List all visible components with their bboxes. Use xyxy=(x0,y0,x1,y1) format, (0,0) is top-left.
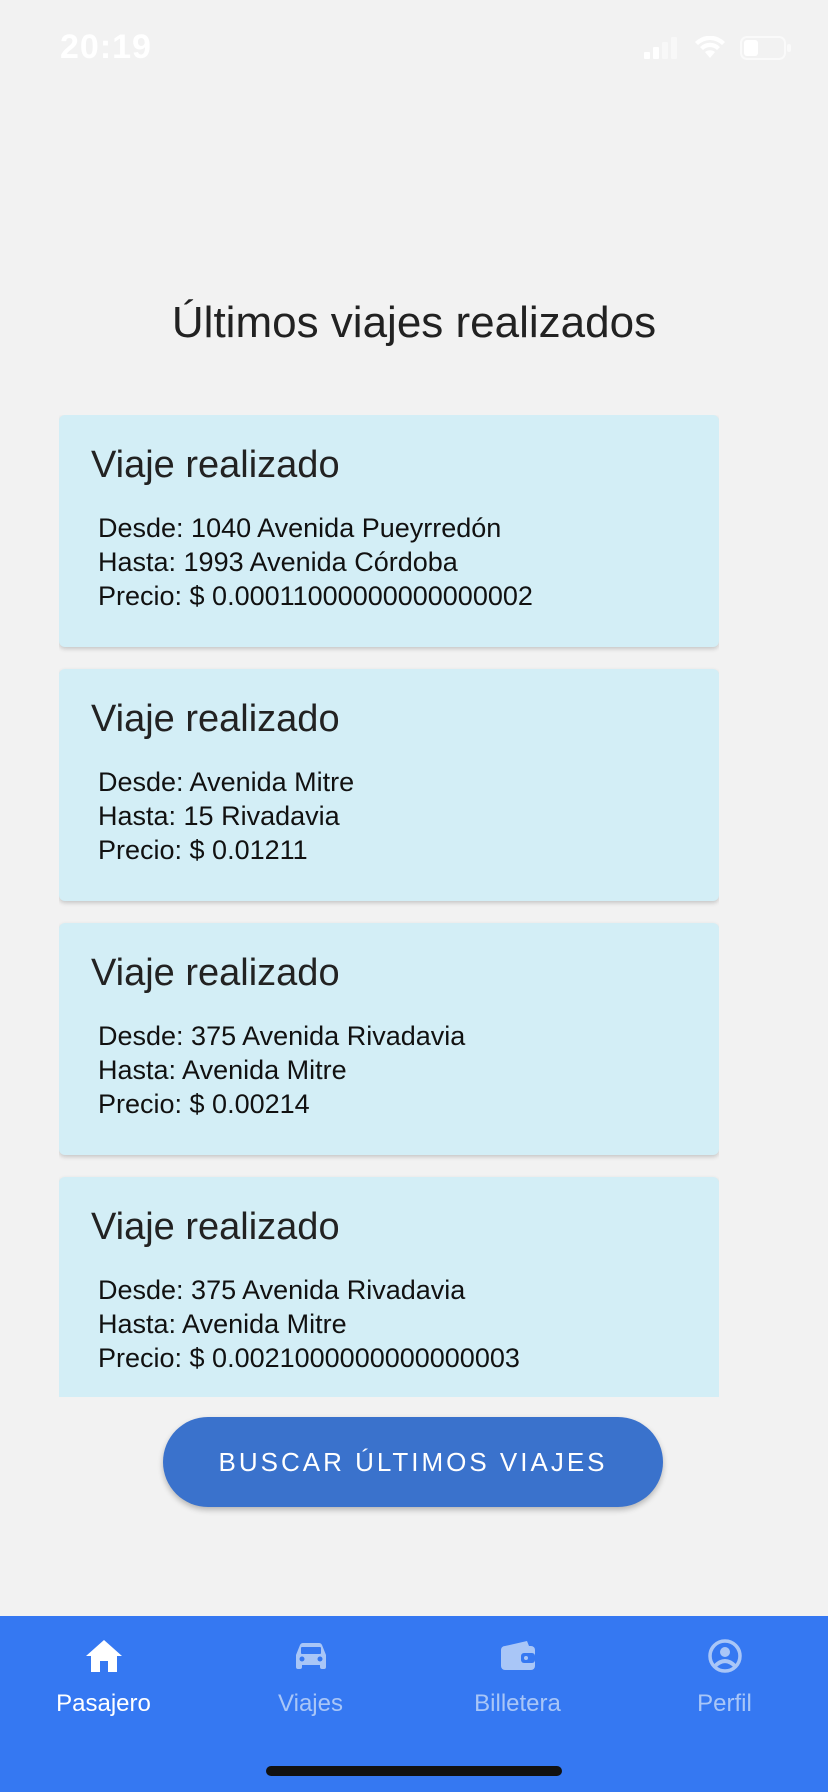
car-icon xyxy=(293,1634,329,1678)
nav-label: Billetera xyxy=(474,1690,561,1717)
nav-item-viajes[interactable]: Viajes xyxy=(207,1616,414,1736)
nav-label: Perfil xyxy=(697,1690,752,1717)
nav-item-billetera[interactable]: Billetera xyxy=(414,1616,621,1736)
trip-card-title: Viaje realizado xyxy=(91,1206,340,1248)
trip-to: Hasta: Avenida Mitre xyxy=(98,1055,347,1085)
wallet-icon xyxy=(499,1634,537,1678)
trip-price: Precio: $ 0.0021000000000000003 xyxy=(98,1343,520,1373)
status-time: 20:19 xyxy=(60,28,152,66)
bottom-nav: Pasajero Viajes Billetera Perfil xyxy=(0,1616,828,1792)
trip-from: Desde: 375 Avenida Rivadavia xyxy=(98,1275,466,1305)
trip-to: Hasta: 15 Rivadavia xyxy=(98,801,340,831)
trip-from: Desde: 375 Avenida Rivadavia xyxy=(98,1021,466,1051)
trip-card[interactable]: Viaje realizado Desde: 375 Avenida Rivad… xyxy=(59,923,719,1155)
trip-from: Desde: 1040 Avenida Pueyrredón xyxy=(98,513,502,543)
wifi-icon xyxy=(695,36,725,58)
status-bar: 20:19 xyxy=(0,0,828,100)
account-circle-icon xyxy=(707,1634,743,1678)
trip-price: Precio: $ 0.00011000000000000002 xyxy=(98,581,533,611)
home-indicator xyxy=(266,1766,562,1776)
trip-card-title: Viaje realizado xyxy=(91,952,340,994)
nav-label: Viajes xyxy=(278,1690,343,1717)
trip-card-title: Viaje realizado xyxy=(91,444,340,486)
battery-icon xyxy=(740,36,791,60)
trip-card-title: Viaje realizado xyxy=(91,698,340,740)
signal-icon xyxy=(644,37,677,59)
trip-list[interactable]: Viaje realizado Desde: 1040 Avenida Puey… xyxy=(59,415,719,1397)
home-icon xyxy=(84,1634,124,1678)
nav-item-perfil[interactable]: Perfil xyxy=(621,1616,828,1736)
page-title: Últimos viajes realizados xyxy=(171,298,657,347)
trip-price: Precio: $ 0.00214 xyxy=(98,1089,310,1119)
nav-item-pasajero[interactable]: Pasajero xyxy=(0,1616,207,1736)
trip-card[interactable]: Viaje realizado Desde: 1040 Avenida Puey… xyxy=(59,415,719,647)
trip-to: Hasta: Avenida Mitre xyxy=(98,1309,347,1339)
trip-card[interactable]: Viaje realizado Desde: 375 Avenida Rivad… xyxy=(59,1177,719,1397)
trip-to: Hasta: 1993 Avenida Córdoba xyxy=(98,547,458,577)
trip-price: Precio: $ 0.01211 xyxy=(98,835,308,865)
search-last-trips-button[interactable]: BUSCAR ÚLTIMOS VIAJES xyxy=(163,1417,663,1507)
status-icons xyxy=(644,36,792,60)
trip-from: Desde: Avenida Mitre xyxy=(98,767,355,797)
nav-label: Pasajero xyxy=(56,1690,151,1717)
trip-card[interactable]: Viaje realizado Desde: Avenida Mitre Has… xyxy=(59,669,719,901)
